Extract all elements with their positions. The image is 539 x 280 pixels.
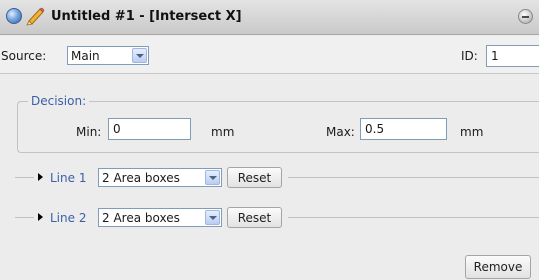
divider — [15, 217, 34, 218]
id-label: ID: — [461, 49, 478, 63]
min-input[interactable]: 0 — [108, 118, 191, 140]
line-2-row: Line 2 2 Area boxes Reset — [0, 206, 539, 230]
min-unit: mm — [211, 125, 235, 139]
decision-legend: Decision: — [28, 94, 90, 108]
remove-button[interactable]: Remove — [465, 255, 531, 279]
max-input[interactable]: 0.5 — [360, 118, 447, 140]
window-title: Untitled #1 - [Intersect X] — [51, 9, 242, 24]
source-select[interactable]: Main — [67, 46, 149, 65]
max-label: Max: — [326, 125, 355, 139]
line-1-row: Line 1 2 Area boxes Reset — [0, 166, 539, 190]
title-bar[interactable]: Untitled #1 - [Intersect X] — [0, 0, 539, 35]
chevron-down-icon[interactable] — [205, 210, 220, 225]
line-2-reset-button[interactable]: Reset — [227, 207, 282, 228]
line-2-select-value: 2 Area boxes — [102, 211, 180, 225]
divider — [15, 177, 34, 178]
id-input[interactable]: 1 — [486, 45, 539, 67]
line-1-reset-button[interactable]: Reset — [227, 167, 282, 188]
line-1-select[interactable]: 2 Area boxes — [98, 168, 222, 187]
source-select-value: Main — [71, 49, 100, 63]
line-1-label[interactable]: Line 1 — [50, 171, 86, 185]
line-2-label[interactable]: Line 2 — [50, 211, 86, 225]
source-toolbar: Source: Main ID: 1 — [0, 36, 539, 74]
line-2-select[interactable]: 2 Area boxes — [98, 208, 222, 227]
chevron-down-icon[interactable] — [132, 48, 147, 63]
min-label: Min: — [76, 125, 102, 139]
triangle-right-icon[interactable] — [38, 213, 43, 221]
pencil-icon — [26, 7, 45, 26]
max-unit: mm — [460, 125, 484, 139]
divider — [288, 217, 539, 218]
line-1-select-value: 2 Area boxes — [102, 171, 180, 185]
triangle-right-icon[interactable] — [38, 173, 43, 181]
minimize-icon[interactable] — [518, 9, 533, 24]
chevron-down-icon[interactable] — [205, 170, 220, 185]
app-icon — [6, 8, 22, 24]
divider — [288, 177, 539, 178]
source-label: Source: — [1, 49, 47, 63]
window: Untitled #1 - [Intersect X] Source: Main… — [0, 0, 539, 280]
